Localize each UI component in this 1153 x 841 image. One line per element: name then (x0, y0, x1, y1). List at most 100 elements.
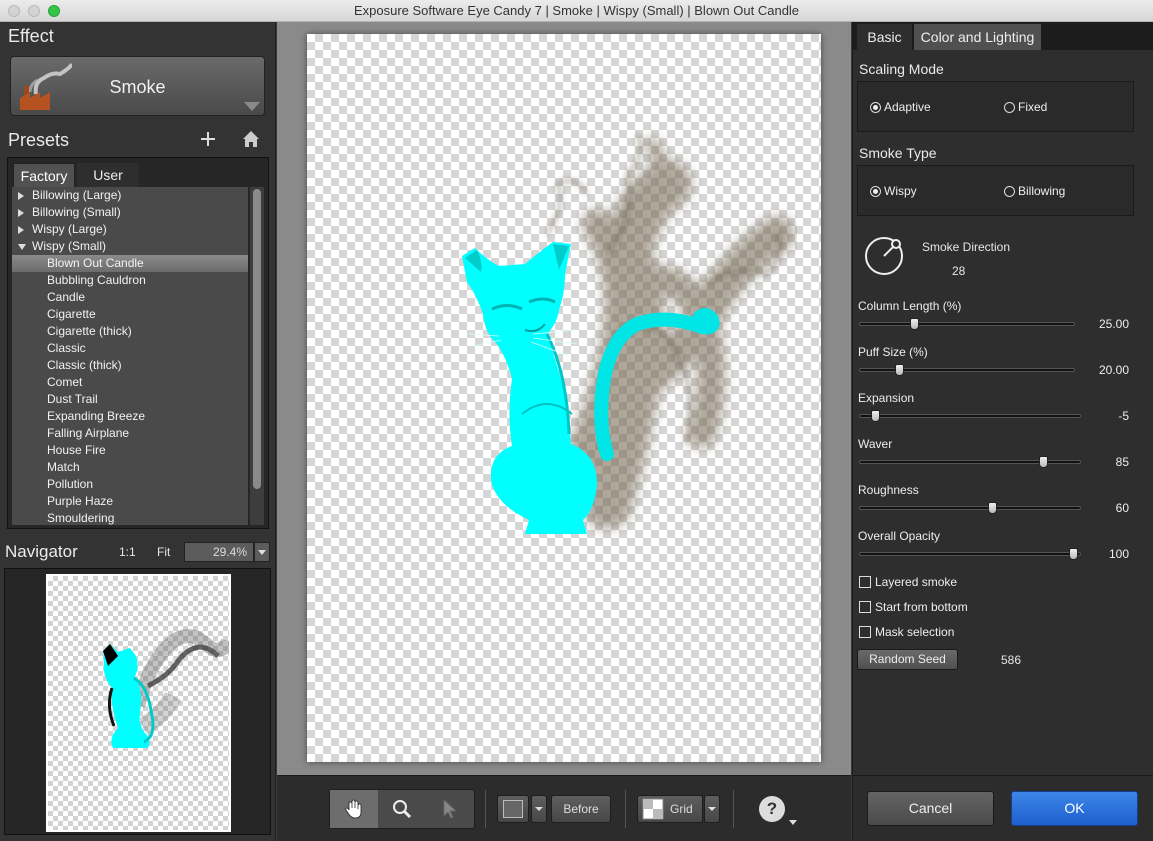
layered-smoke-checkbox[interactable]: Layered smoke (859, 575, 957, 589)
dialog-buttons: Cancel OK (852, 775, 1153, 841)
scaling-fixed-radio[interactable]: Fixed (1004, 100, 1047, 114)
slider-knob[interactable] (988, 502, 997, 514)
preset-item[interactable]: Pollution (12, 476, 248, 493)
waver-slider[interactable] (859, 456, 1081, 468)
tab-user[interactable]: User (77, 163, 139, 187)
preset-item[interactable]: Classic (thick) (12, 357, 248, 374)
zoom-level-field[interactable]: 29.4% (184, 542, 254, 562)
effect-dropdown-icon (244, 102, 260, 111)
settings-panel: Basic Color and Lighting Scaling Mode Ad… (852, 22, 1153, 775)
close-window-button[interactable] (8, 5, 20, 17)
toolbar-divider (733, 790, 734, 828)
random-seed-button[interactable]: Random Seed (857, 649, 958, 670)
tab-basic[interactable]: Basic (857, 24, 912, 50)
preview-canvas[interactable] (307, 34, 821, 762)
preset-item[interactable]: Dust Trail (12, 391, 248, 408)
preset-group-billowing-small[interactable]: Billowing (Small) (12, 204, 248, 221)
random-seed-value[interactable]: 586 (1001, 653, 1021, 667)
roughness-slider[interactable] (859, 502, 1081, 514)
preset-item[interactable]: Smouldering (12, 510, 248, 525)
chevron-down-icon (708, 807, 716, 811)
preset-item[interactable]: Purple Haze (12, 493, 248, 510)
select-tool-button[interactable] (426, 790, 474, 828)
hand-tool-button[interactable] (330, 790, 378, 828)
grid-button[interactable]: Grid (637, 795, 703, 823)
expansion-label: Expansion (858, 391, 915, 405)
color-swatch (503, 800, 523, 818)
before-button[interactable]: Before (551, 795, 611, 823)
preset-scrollbar[interactable] (250, 187, 264, 525)
background-color-dropdown[interactable] (531, 795, 547, 823)
roughness-value[interactable]: 60 (1069, 501, 1129, 515)
preset-item[interactable]: House Fire (12, 442, 248, 459)
waver-value[interactable]: 85 (1069, 455, 1129, 469)
background-color-swatch[interactable] (497, 795, 529, 823)
slider-knob[interactable] (871, 410, 881, 422)
dial-pointer-icon (883, 245, 895, 257)
puff-size-value[interactable]: 20.00 (1069, 363, 1129, 377)
scaling-adaptive-radio[interactable]: Adaptive (870, 100, 931, 114)
slider-knob[interactable] (909, 318, 919, 330)
overall-opacity-slider[interactable] (859, 548, 1081, 560)
smoke-type-label: Smoke Type (859, 145, 937, 161)
toolbar-divider (485, 790, 486, 828)
help-dropdown-icon[interactable] (788, 820, 798, 826)
preset-scrollbar-thumb[interactable] (253, 189, 261, 489)
help-button[interactable]: ? (759, 796, 785, 822)
expansion-slider[interactable] (859, 410, 1081, 422)
column-length-value[interactable]: 25.00 (1069, 317, 1129, 331)
ok-button[interactable]: OK (1011, 791, 1138, 826)
preset-item[interactable]: Blown Out Candle (12, 255, 248, 272)
zoom-tool-button[interactable] (378, 790, 426, 828)
zoom-dropdown-button[interactable] (254, 542, 270, 562)
preset-item[interactable]: Candle (12, 289, 248, 306)
home-preset-button[interactable] (240, 128, 262, 150)
zoom-one-to-one-button[interactable]: 1:1 (119, 545, 136, 559)
effect-name: Smoke (109, 77, 166, 97)
cancel-button[interactable]: Cancel (867, 791, 994, 826)
start-from-bottom-checkbox[interactable]: Start from bottom (859, 600, 968, 614)
preset-item[interactable]: Classic (12, 340, 248, 357)
hand-icon (345, 799, 362, 819)
zoom-window-button[interactable] (48, 5, 60, 17)
preset-item[interactable]: Cigarette (12, 306, 248, 323)
preset-item[interactable]: Falling Airplane (12, 425, 248, 442)
effect-selector[interactable]: Smoke (10, 56, 265, 116)
preset-item[interactable]: Bubbling Cauldron (12, 272, 248, 289)
grid-dropdown[interactable] (704, 795, 720, 823)
tab-factory[interactable]: Factory (13, 163, 75, 187)
preset-group-billowing-large[interactable]: Billowing (Large) (12, 187, 248, 204)
preset-item[interactable]: Expanding Breeze (12, 408, 248, 425)
expand-triangle-icon[interactable] (18, 192, 24, 200)
puff-size-slider[interactable] (859, 364, 1075, 376)
collapse-triangle-icon[interactable] (18, 244, 26, 250)
smoke-direction-value[interactable]: 28 (952, 264, 965, 278)
roughness-label: Roughness (858, 483, 919, 497)
expand-triangle-icon[interactable] (18, 209, 24, 217)
smoke-direction-dial[interactable] (865, 237, 903, 275)
expand-triangle-icon[interactable] (18, 226, 24, 234)
preset-item[interactable]: Cigarette (thick) (12, 323, 248, 340)
slider-knob[interactable] (1038, 456, 1048, 468)
column-length-slider[interactable] (859, 318, 1075, 330)
add-preset-button[interactable] (197, 128, 219, 150)
mask-selection-checkbox[interactable]: Mask selection (859, 625, 954, 639)
tab-color-and-lighting[interactable]: Color and Lighting (914, 24, 1041, 50)
grid-icon (642, 798, 664, 820)
zoom-fit-button[interactable]: Fit (157, 545, 170, 559)
preset-group-wispy-small[interactable]: Wispy (Small) (12, 238, 248, 255)
slider-knob[interactable] (894, 364, 904, 376)
expansion-value[interactable]: -5 (1069, 409, 1129, 423)
smoke-billowing-radio[interactable]: Billowing (1004, 184, 1065, 198)
preset-item[interactable]: Comet (12, 374, 248, 391)
navigator-panel (4, 568, 271, 835)
minimize-window-button[interactable] (28, 5, 40, 17)
plus-icon (201, 132, 215, 146)
smoke-direction-label: Smoke Direction (922, 240, 1011, 254)
overall-opacity-value[interactable]: 100 (1069, 547, 1129, 561)
preset-list: Billowing (Large) Billowing (Small) Wisp… (12, 187, 248, 525)
navigator-preview[interactable] (46, 574, 231, 832)
preset-group-wispy-large[interactable]: Wispy (Large) (12, 221, 248, 238)
preset-item[interactable]: Match (12, 459, 248, 476)
smoke-wispy-radio[interactable]: Wispy (870, 184, 917, 198)
